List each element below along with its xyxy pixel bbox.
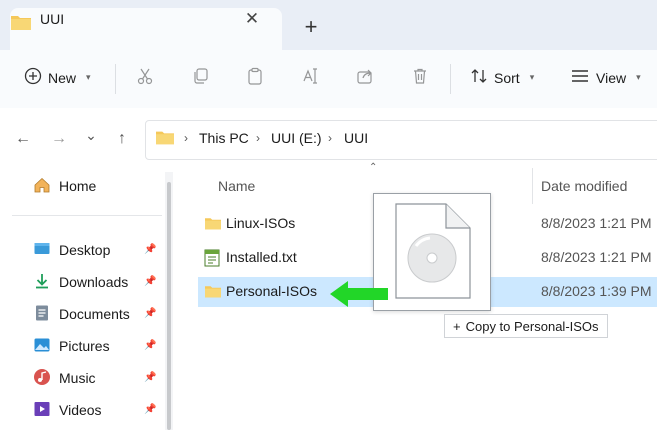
sidebar-item-label: Pictures [59, 338, 110, 354]
sidebar-scrollbar-thumb[interactable] [167, 182, 171, 430]
column-header-name[interactable]: Name [218, 178, 255, 194]
file-date: 8/8/2023 1:21 PM [541, 215, 652, 231]
folder-icon [155, 128, 175, 151]
breadcrumb-separator: › [184, 131, 188, 145]
sidebar-item-label: Music [59, 370, 96, 386]
view-label: View [596, 69, 627, 86]
back-arrow-icon[interactable]: ← [10, 126, 36, 152]
share-icon [356, 69, 374, 89]
green-arrow-annotation [326, 278, 392, 315]
up-arrow-icon[interactable]: ↑ [109, 126, 135, 152]
chevron-down-icon: ▾ [636, 72, 641, 82]
copy-icon [191, 68, 209, 89]
file-name: Linux-ISOs [226, 215, 296, 231]
folder-icon [10, 12, 32, 37]
toolbar-divider [450, 64, 451, 94]
paste-icon [246, 67, 264, 89]
drag-copy-tooltip: + Copy to Personal-ISOs [444, 314, 608, 338]
column-header-date-modified[interactable]: Date modified [541, 178, 627, 194]
new-tab-button[interactable]: + [298, 14, 324, 40]
new-label: New [48, 69, 77, 86]
home-icon [33, 176, 51, 197]
tab-title: UUI [40, 11, 65, 27]
pin-icon[interactable]: 📌 [144, 372, 156, 383]
music-icon [33, 368, 51, 389]
toolbar-divider [115, 64, 116, 94]
chevron-down-icon: ▾ [529, 72, 535, 82]
sort-ascending-icon: ⌃ [369, 162, 378, 173]
breadcrumb-uui[interactable]: UUI [344, 130, 368, 146]
pin-icon[interactable]: 📌 [144, 276, 156, 287]
view-icon [570, 67, 590, 88]
documents-icon [33, 304, 51, 325]
pictures-icon [33, 336, 51, 357]
sort-icon [470, 67, 488, 88]
breadcrumb-separator: › [328, 131, 332, 145]
text-file-icon [204, 249, 220, 272]
copy-button[interactable] [191, 67, 209, 90]
close-tab-icon[interactable]: ✕ [240, 7, 264, 31]
file-name: Personal-ISOs [226, 283, 318, 299]
pin-icon[interactable]: 📌 [144, 244, 156, 255]
chevron-down-icon: ▾ [86, 72, 91, 82]
sidebar-item-music[interactable]: Music [33, 365, 96, 391]
cut-button[interactable] [136, 67, 154, 90]
pin-icon[interactable]: 📌 [144, 308, 156, 319]
delete-icon [411, 68, 429, 89]
rename-button[interactable] [301, 67, 319, 90]
downloads-icon [33, 272, 51, 293]
sort-label: Sort [494, 69, 520, 86]
delete-button[interactable] [411, 67, 429, 90]
sidebar-item-label: Downloads [59, 274, 129, 290]
column-divider[interactable] [532, 168, 533, 204]
sort-button[interactable]: Sort ▾ [470, 67, 534, 88]
view-button[interactable]: View ▾ [570, 67, 641, 88]
folder-icon [204, 215, 222, 236]
plus-circle-icon [24, 67, 42, 88]
breadcrumb-this-pc[interactable]: This PC [199, 130, 249, 146]
sidebar-divider [12, 215, 162, 216]
sidebar-item-documents[interactable]: Documents [33, 301, 130, 327]
folder-icon [204, 283, 222, 304]
command-bar [0, 50, 657, 109]
pin-icon[interactable]: 📌 [144, 404, 156, 415]
drag-tooltip-text: Copy to Personal-ISOs [465, 318, 599, 334]
paste-button[interactable] [246, 67, 264, 90]
sidebar-item-label: Home [59, 178, 97, 194]
plus-icon: + [453, 318, 461, 334]
desktop-icon [33, 240, 51, 261]
forward-arrow-icon[interactable]: → [46, 126, 72, 152]
sidebar-item-videos[interactable]: Videos [33, 397, 102, 423]
sidebar-item-label: Documents [59, 306, 130, 322]
rename-icon [301, 68, 319, 89]
file-date: 8/8/2023 1:39 PM [541, 283, 652, 299]
videos-icon [33, 400, 51, 421]
cut-icon [136, 68, 154, 89]
file-date: 8/8/2023 1:21 PM [541, 249, 652, 265]
sidebar-item-label: Desktop [59, 242, 111, 258]
recent-locations-icon[interactable]: ⌄ [78, 122, 104, 148]
new-button[interactable]: New ▾ [24, 67, 91, 88]
sidebar-item-label: Videos [59, 402, 102, 418]
breadcrumb-drive[interactable]: UUI (E:) [271, 130, 322, 146]
sidebar-item-downloads[interactable]: Downloads [33, 269, 128, 295]
sidebar-item-home[interactable]: Home [33, 173, 96, 199]
share-button[interactable] [356, 67, 374, 90]
pin-icon[interactable]: 📌 [144, 340, 156, 351]
sidebar-item-desktop[interactable]: Desktop [33, 237, 110, 263]
file-name: Installed.txt [226, 249, 297, 265]
sidebar-item-pictures[interactable]: Pictures [33, 333, 110, 359]
breadcrumb-separator: › [256, 131, 260, 145]
